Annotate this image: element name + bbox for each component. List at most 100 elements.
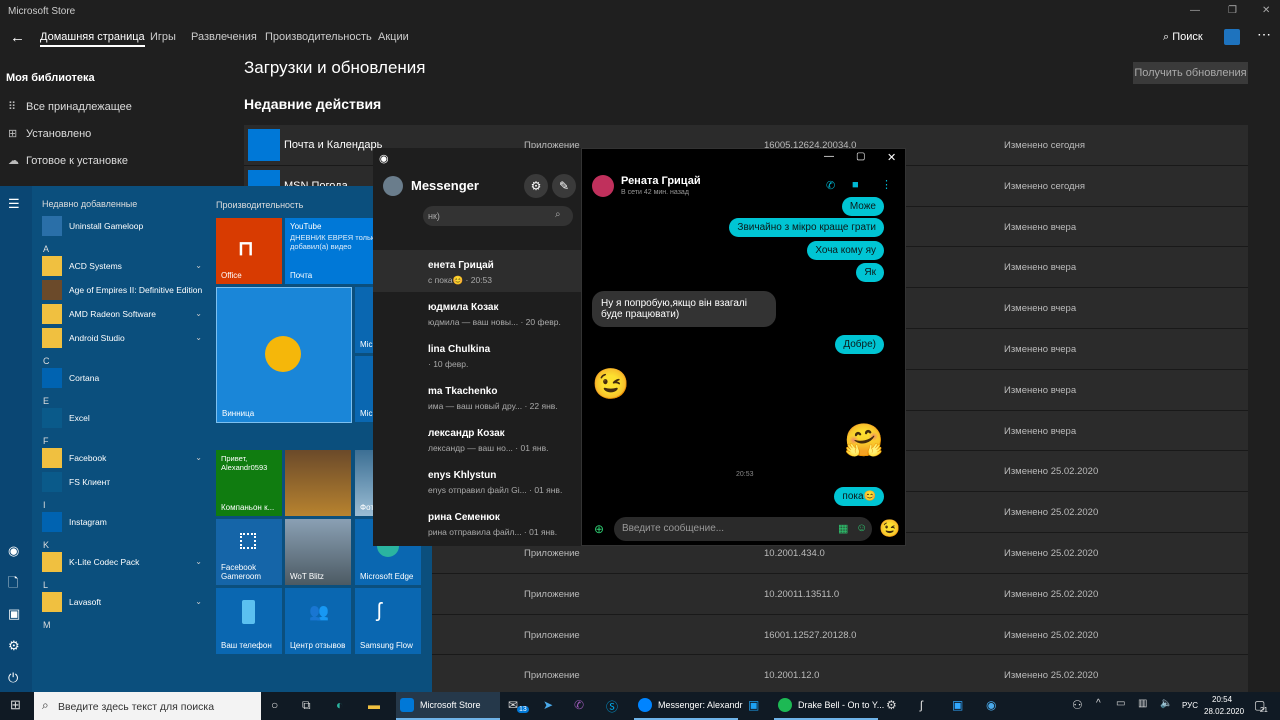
- battery-icon[interactable]: ▭: [1116, 698, 1125, 709]
- clock-date[interactable]: 28.02.2020: [1204, 707, 1244, 716]
- tab-deals[interactable]: Акции: [378, 31, 409, 43]
- conversation-item[interactable]: лександр Козак лександр — ваш но... · 01 …: [373, 418, 581, 460]
- start-app-item[interactable]: FS Клиент: [42, 472, 206, 494]
- tab-games[interactable]: Игры: [150, 31, 176, 43]
- tab-entertainment[interactable]: Развлечения: [191, 31, 257, 43]
- more-options-icon[interactable]: ⋯: [1257, 26, 1271, 43]
- minimize-icon[interactable]: —: [1190, 5, 1200, 16]
- conversation-item[interactable]: enys Khlystun enys отправил файл Gi... · …: [373, 460, 581, 502]
- chevron-down-icon[interactable]: ⌄: [195, 333, 202, 342]
- tile-facebook-gameroom[interactable]: Facebook Gameroom: [216, 519, 282, 585]
- start-app-item[interactable]: K-Lite Codec Pack ⌄: [42, 552, 206, 574]
- telegram-icon[interactable]: ➤: [543, 698, 553, 712]
- settings-gear-icon[interactable]: ⚙: [524, 174, 548, 198]
- back-arrow-icon[interactable]: ←: [10, 29, 25, 46]
- get-updates-button[interactable]: Получить обновления: [1133, 62, 1248, 84]
- close-icon[interactable]: ✕: [1262, 5, 1270, 16]
- conversation-item[interactable]: рина Семенюк рина отправила файл... · 01 …: [373, 502, 581, 544]
- chevron-down-icon[interactable]: ⌄: [195, 261, 202, 270]
- start-app-item[interactable]: Instagram: [42, 512, 206, 534]
- add-attachment-icon[interactable]: ⊕: [594, 522, 604, 536]
- app-group-letter[interactable]: I: [43, 500, 46, 510]
- start-app-item[interactable]: Cortana: [42, 368, 206, 390]
- hamburger-icon[interactable]: ☰: [8, 196, 20, 212]
- power-icon[interactable]: ⏻: [8, 670, 18, 686]
- taskbar-app-store[interactable]: Microsoft Store: [396, 692, 500, 720]
- language-indicator[interactable]: РУС: [1182, 701, 1198, 710]
- settings-gear-icon[interactable]: ⚙: [8, 638, 20, 654]
- tab-home[interactable]: Домашняя страница: [40, 31, 145, 47]
- tile-your-phone[interactable]: Ваш телефон: [216, 588, 282, 654]
- tile-feedback[interactable]: 👥 Центр отзывов: [285, 588, 351, 654]
- task-view-icon[interactable]: ⧉: [302, 698, 311, 713]
- windows-start-icon[interactable]: ⊞: [10, 697, 21, 713]
- taskbar-app-spotify[interactable]: Drake Bell - On to Y...: [774, 692, 884, 720]
- tile-skype[interactable]: Привет, Alexandr0593 Компаньон к...: [216, 450, 282, 516]
- minimize-icon[interactable]: —: [824, 151, 834, 162]
- account-avatar[interactable]: [1224, 29, 1240, 45]
- file-explorer-icon[interactable]: ▬: [368, 698, 380, 712]
- conversation-item[interactable]: ma Tkachenko има — ваш новый дру... · 22 …: [373, 376, 581, 418]
- taskbar-app-messenger[interactable]: Messenger: Alexandr: [634, 692, 743, 720]
- compose-icon[interactable]: ✎: [552, 174, 576, 198]
- app-group-letter[interactable]: L: [43, 580, 48, 590]
- chevron-down-icon[interactable]: ⌄: [195, 597, 202, 606]
- maximize-icon[interactable]: ❐: [1228, 5, 1237, 16]
- account-icon[interactable]: ◉: [8, 543, 19, 559]
- contact-avatar[interactable]: [592, 175, 614, 197]
- tile-age-of-empires[interactable]: [285, 450, 351, 516]
- conversation-item[interactable]: lina Chulkina · 10 февр.: [373, 334, 581, 376]
- viber-icon[interactable]: ✆: [574, 698, 584, 712]
- conversation-item[interactable]: енета Грицай с пока😊 · 20:53: [373, 250, 581, 292]
- search-button[interactable]: ⌕ Поиск: [1163, 31, 1203, 44]
- phone-call-icon[interactable]: ✆: [826, 179, 835, 192]
- steam-icon[interactable]: ⚙: [886, 698, 897, 712]
- chevron-down-icon[interactable]: ⌄: [195, 309, 202, 318]
- chat-menu-icon[interactable]: ⋮: [881, 178, 892, 191]
- photoshop-icon[interactable]: ▣: [952, 698, 963, 712]
- app-group-letter[interactable]: F: [43, 436, 49, 446]
- start-app-item[interactable]: Excel: [42, 408, 206, 430]
- network-icon[interactable]: ▥: [1138, 698, 1147, 709]
- app-group-letter[interactable]: E: [43, 396, 49, 406]
- documents-icon[interactable]: 🗋: [8, 574, 18, 596]
- twitter-icon[interactable]: ▣: [748, 698, 759, 712]
- taskbar-search-input[interactable]: ⌕ Введите здесь текст для поиска: [34, 692, 261, 720]
- start-app-item[interactable]: ACD Systems ⌄: [42, 256, 206, 278]
- start-app-item[interactable]: Android Studio ⌄: [42, 328, 206, 350]
- video-call-icon[interactable]: ■: [852, 179, 859, 191]
- quick-reaction-emoji[interactable]: 😉: [879, 519, 900, 539]
- close-icon[interactable]: ✕: [887, 151, 896, 164]
- tile-office[interactable]: ⊓ Office: [216, 218, 282, 284]
- tile-samsung-flow[interactable]: ʃ Samsung Flow: [355, 588, 421, 654]
- edge-icon[interactable]: ◐: [336, 698, 343, 712]
- chevron-down-icon[interactable]: ⌄: [195, 453, 202, 462]
- library-item-all[interactable]: ⠿ Все принадлежащее: [8, 100, 132, 113]
- app-group-letter[interactable]: A: [43, 244, 49, 254]
- start-app-item[interactable]: Age of Empires II: Definitive Edition: [42, 280, 206, 302]
- app-group-letter[interactable]: K: [43, 540, 49, 550]
- volume-icon[interactable]: 🔈: [1160, 698, 1172, 709]
- avatar[interactable]: [383, 176, 403, 196]
- samsung-flow-icon[interactable]: ʃ: [920, 698, 923, 712]
- start-app-item[interactable]: Uninstall Gameloop: [42, 216, 206, 238]
- message-input[interactable]: Введите сообщение... ▦ ☺: [614, 517, 872, 541]
- clock-time[interactable]: 20:54: [1212, 695, 1232, 704]
- messenger-search-field[interactable]: нк) ⌕: [423, 206, 573, 226]
- library-item-ready[interactable]: ☁ Готовое к установке: [8, 154, 128, 167]
- start-app-item[interactable]: Facebook ⌄: [42, 448, 206, 470]
- library-item-installed[interactable]: ⊞ Установлено: [8, 127, 91, 140]
- tile-wot-blitz[interactable]: WoT Blitz: [285, 519, 351, 585]
- chevron-down-icon[interactable]: ⌄: [195, 557, 202, 566]
- start-app-item[interactable]: Lavasoft ⌄: [42, 592, 206, 614]
- emoji-icon[interactable]: ☺: [856, 522, 867, 534]
- app-icon[interactable]: ◉: [986, 698, 996, 712]
- sticker-icon[interactable]: ▦: [838, 522, 848, 535]
- start-app-item[interactable]: AMD Radeon Software ⌄: [42, 304, 206, 326]
- maximize-icon[interactable]: ▢: [856, 151, 865, 162]
- tile-weather[interactable]: Винница: [216, 287, 352, 423]
- pictures-icon[interactable]: ▣: [8, 606, 20, 622]
- chevron-up-icon[interactable]: ^: [1096, 698, 1101, 709]
- conversation-item[interactable]: юдмила Козак юдмила — ваш новы... · 20 фе…: [373, 292, 581, 334]
- cortana-icon[interactable]: ○: [271, 698, 278, 712]
